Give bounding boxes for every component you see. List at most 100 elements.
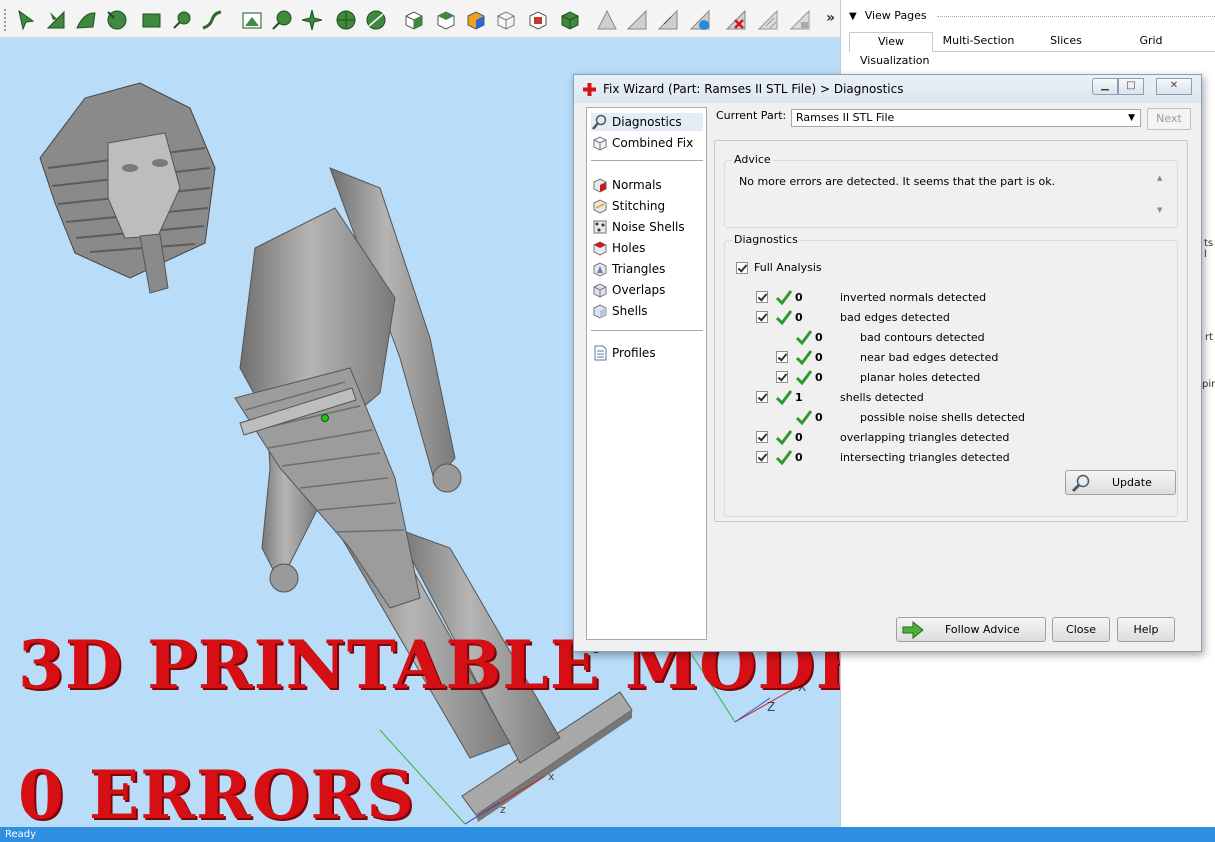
tab-multi-section[interactable]: Multi-Section [936,32,1021,52]
status-text: Ready [5,829,37,840]
nav-item-holes[interactable]: Holes [591,239,703,257]
view-box-green-icon[interactable] [558,8,582,32]
green-check-icon [775,290,793,306]
diagnostics-group: Diagnostics Full Analysis 0 inverted nor… [724,233,1178,517]
collapse-triangle-icon[interactable]: ▼ [849,11,857,22]
main-toolbar: » [0,0,840,38]
green-check-icon [775,310,793,326]
row-checkbox[interactable] [756,291,768,303]
select-planar-icon[interactable] [334,8,358,32]
select-surface-icon[interactable] [74,8,98,32]
next-button[interactable]: Next [1147,108,1191,130]
full-analysis-checkbox[interactable] [736,262,748,274]
row-count: 0 [815,331,823,344]
dialog-title-bar[interactable]: Fix Wizard (Part: Ramses II STL File) > … [574,75,1201,103]
triangle-globe-icon[interactable] [688,8,712,32]
view-box-red-icon[interactable] [526,8,550,32]
window-close-button[interactable]: ✕ [1156,78,1192,95]
overlay-errors: 0 ERRORS [18,756,415,827]
view-box-wire-icon[interactable] [494,8,518,32]
select-rectangle-icon[interactable] [140,8,164,32]
noise-dots-icon [593,220,607,234]
row-checkbox[interactable] [756,431,768,443]
scroll-up-icon[interactable]: ▲ [1157,174,1162,182]
nav-item-noise-shells[interactable]: Noise Shells [591,218,703,236]
row-count: 0 [815,411,823,424]
advice-legend: Advice [732,153,773,166]
select-sphere-icon[interactable] [364,8,388,32]
nav-label: Profiles [612,346,656,360]
panel-fragment-1: ts l [1204,238,1214,260]
green-check-icon [775,430,793,446]
row-checkbox[interactable] [776,371,788,383]
red-cross-icon [583,83,596,96]
maximize-button[interactable]: □ [1118,78,1144,95]
current-part-label: Current Part: [716,109,787,122]
follow-advice-button[interactable]: Follow Advice [896,617,1046,642]
diagnostics-legend: Diagnostics [732,233,800,246]
row-count: 0 [815,351,823,364]
triangle-flip-icon[interactable] [656,8,680,32]
select-brush-icon[interactable] [200,8,224,32]
row-desc: bad contours detected [860,331,985,344]
nav-item-triangles[interactable]: Triangles [591,260,703,278]
select-window-icon[interactable] [240,8,264,32]
tab-grid[interactable]: Grid [1126,32,1176,52]
view-box-color-icon[interactable] [464,8,488,32]
nav-label: Stitching [612,199,666,213]
select-connected-icon[interactable] [270,8,294,32]
select-lasso-icon[interactable] [170,8,194,32]
select-arrow-icon[interactable] [14,8,38,32]
nav-item-diagnostics[interactable]: Diagnostics [591,113,703,131]
row-checkbox[interactable] [756,451,768,463]
triangle-grey-icon[interactable] [595,8,619,32]
close-button[interactable]: Close [1052,617,1110,642]
row-checkbox[interactable] [756,311,768,323]
help-button[interactable]: Help [1117,617,1175,642]
fix-nav-list: Diagnostics Combined Fix Normals Stitchi… [586,107,707,640]
row-checkbox[interactable] [756,391,768,403]
nav-item-stitching[interactable]: Stitching [591,197,703,215]
row-desc: near bad edges detected [860,351,999,364]
triangle-hatch-icon[interactable] [756,8,780,32]
row-desc: shells detected [840,391,924,404]
triangle-delete-icon[interactable] [724,8,748,32]
row-count: 0 [795,431,803,444]
toolbar-grip[interactable] [4,9,7,31]
toolbar-overflow-button[interactable]: » [826,10,835,26]
row-desc: bad edges detected [840,311,950,324]
nav-item-combined-fix[interactable]: Combined Fix [591,134,703,152]
tab-view[interactable]: View [849,32,933,52]
update-button[interactable]: Update [1065,470,1176,495]
cube-red-icon [593,178,607,193]
nav-item-normals[interactable]: Normals [591,176,703,194]
diagnostics-content: Advice No more errors are detected. It s… [714,140,1188,522]
advice-text: No more errors are detected. It seems th… [739,175,1056,188]
minimize-button[interactable]: ▁ [1092,78,1118,95]
nav-item-profiles[interactable]: Profiles [591,344,703,362]
nav-item-overlaps[interactable]: Overlaps [591,281,703,299]
row-desc: possible noise shells detected [860,411,1026,424]
header-divider [937,16,1215,17]
row-count: 0 [795,451,803,464]
advice-scrollbar[interactable]: ▲ ▼ [1155,174,1168,218]
scroll-down-icon[interactable]: ▼ [1157,206,1162,214]
nav-separator [591,330,703,331]
select-shell-icon[interactable] [104,8,128,32]
row-desc: overlapping triangles detected [840,431,1010,444]
follow-advice-label: Follow Advice [945,623,1020,636]
select-triangle-icon[interactable] [44,8,68,32]
triangle-lock-icon[interactable] [788,8,812,32]
row-checkbox[interactable] [776,351,788,363]
view-pages-header[interactable]: ▼ View Pages [849,9,927,22]
tab-slices[interactable]: Slices [1036,32,1096,52]
view-box-top-icon[interactable] [434,8,458,32]
nav-item-shells[interactable]: Shells [591,302,703,320]
view-box-icon[interactable] [402,8,426,32]
visualization-section[interactable]: Visualization [860,54,929,67]
diag-row-shells: 1 shells detected [725,390,1165,408]
current-part-select[interactable]: Ramses II STL File ▼ [791,109,1141,127]
green-check-icon [795,330,813,346]
select-star-icon[interactable] [300,8,324,32]
triangle-split-icon[interactable] [625,8,649,32]
